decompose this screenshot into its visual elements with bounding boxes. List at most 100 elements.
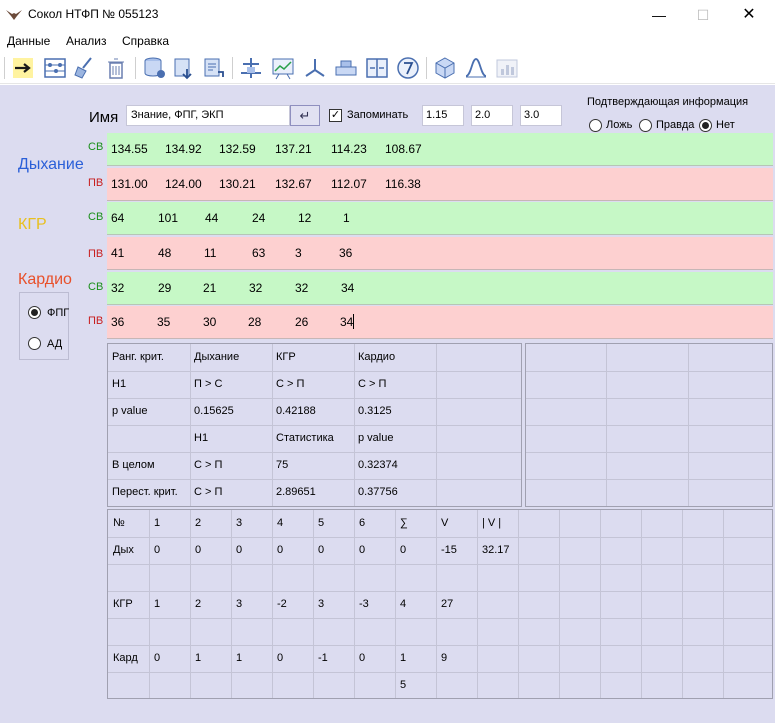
row-tag-pv: ПВ bbox=[88, 315, 104, 327]
data-cell: 134.92 bbox=[165, 142, 202, 156]
scores-cell: -2 bbox=[277, 598, 287, 610]
table-gridline bbox=[231, 510, 232, 698]
coef-input-2[interactable]: 2.0 bbox=[471, 105, 513, 126]
axes-icon[interactable] bbox=[302, 55, 328, 81]
menu-help[interactable]: Справка bbox=[122, 34, 169, 48]
scores-cell: 3 bbox=[318, 598, 325, 610]
table-gridline bbox=[108, 564, 772, 565]
data-cell: 3 bbox=[295, 246, 302, 260]
data-row-breathing-pv[interactable]: 131.00 124.00 130.21 132.67 112.07 116.3… bbox=[107, 168, 773, 201]
scores-cell: 32.17 bbox=[482, 544, 510, 556]
row-tag-pv: ПВ bbox=[88, 248, 104, 260]
criteria-cell: С > П bbox=[194, 486, 223, 498]
table-gridline bbox=[108, 479, 521, 480]
data-cell: 32 bbox=[295, 281, 309, 295]
data-cell: 124.00 bbox=[165, 177, 202, 191]
scores-cell: 27 bbox=[441, 598, 454, 610]
enter-button[interactable]: ↵ bbox=[290, 105, 320, 126]
number-7-icon[interactable] bbox=[395, 55, 421, 81]
criteria-cell: 75 bbox=[276, 459, 289, 471]
remember-checkbox[interactable]: ✓ bbox=[329, 109, 342, 122]
measure-icon[interactable] bbox=[238, 55, 264, 81]
scores-cell: | V | bbox=[482, 517, 502, 529]
criteria-cell: П > С bbox=[194, 378, 223, 390]
data-row-breathing-sv[interactable]: 134.55 134.92 132.59 137.21 114.23 108.6… bbox=[107, 133, 773, 166]
data-cell: 131.00 bbox=[111, 177, 148, 191]
bar-chart-icon[interactable] bbox=[494, 55, 520, 81]
coef-input-3[interactable]: 3.0 bbox=[520, 105, 562, 126]
data-cell: 44 bbox=[205, 211, 219, 225]
table-gridline bbox=[526, 371, 772, 372]
maximize-button[interactable]: ☐ bbox=[680, 0, 726, 30]
scores-cell: 0 bbox=[277, 544, 284, 556]
group-label-cardio: Кардио bbox=[18, 271, 72, 288]
data-cell: 21 bbox=[203, 281, 217, 295]
scores-cell: 0 bbox=[154, 544, 161, 556]
data-cell: 24 bbox=[252, 211, 266, 225]
coef-input-1[interactable]: 1.15 bbox=[422, 105, 464, 126]
mode-radio-ad[interactable] bbox=[28, 337, 41, 350]
abacus-icon[interactable] bbox=[42, 55, 68, 81]
data-row-kgr-pv[interactable]: 41 48 11 63 3 36 bbox=[107, 237, 773, 270]
database-icon[interactable] bbox=[141, 55, 167, 81]
table-gridline bbox=[108, 618, 772, 619]
menu-data[interactable]: Данные bbox=[7, 34, 50, 48]
criteria-cell: 0.42188 bbox=[276, 405, 316, 417]
table-gridline bbox=[108, 591, 772, 592]
confirm-radio-none[interactable] bbox=[699, 119, 712, 132]
cube-icon[interactable] bbox=[432, 55, 458, 81]
trash-icon[interactable] bbox=[103, 55, 129, 81]
data-cell: 63 bbox=[252, 246, 266, 260]
mode-label-ad: АД bbox=[47, 338, 63, 350]
falcon-logo-icon bbox=[6, 10, 22, 20]
data-row-cardio-sv[interactable]: 32 29 21 32 32 34 bbox=[107, 272, 773, 305]
chart-board-icon[interactable] bbox=[270, 55, 296, 81]
confirm-radio-true[interactable] bbox=[639, 119, 652, 132]
minimize-button[interactable]: — bbox=[636, 0, 682, 30]
table-gridline bbox=[526, 452, 772, 453]
scores-cell: -3 bbox=[359, 598, 369, 610]
scores-cell: 0 bbox=[318, 544, 325, 556]
name-input[interactable]: Знание, ФПГ, ЭКП bbox=[126, 105, 290, 126]
table-gridline bbox=[190, 510, 191, 698]
table-gridline bbox=[108, 537, 772, 538]
arrow-right-icon[interactable] bbox=[10, 55, 36, 81]
data-row-cardio-pv[interactable]: 36 35 30 28 26 34 bbox=[107, 306, 773, 339]
table-gridline bbox=[477, 510, 478, 698]
data-row-kgr-sv[interactable]: 64 101 44 24 12 1 bbox=[107, 202, 773, 235]
broom-icon[interactable] bbox=[72, 55, 98, 81]
menu-analysis[interactable]: Анализ bbox=[66, 34, 107, 48]
close-button[interactable]: ✕ bbox=[726, 0, 772, 30]
mode-radio-fpg[interactable] bbox=[28, 306, 41, 319]
levels-icon[interactable] bbox=[333, 55, 359, 81]
data-cell: 34 bbox=[340, 315, 354, 329]
criteria-cell: 0.3125 bbox=[358, 405, 392, 417]
data-cell: 29 bbox=[158, 281, 172, 295]
mode-label-fpg: ФПГ bbox=[47, 307, 70, 319]
remember-label: Запоминать bbox=[347, 109, 409, 121]
table-gridline bbox=[272, 510, 273, 698]
scores-cell: V bbox=[441, 517, 449, 529]
scores-cell: Дых bbox=[113, 544, 134, 556]
save-arrow-icon[interactable] bbox=[171, 55, 197, 81]
toolbar bbox=[0, 52, 775, 84]
data-cell: 130.21 bbox=[219, 177, 256, 191]
scores-cell: 1 bbox=[154, 517, 161, 529]
text-caret bbox=[353, 314, 354, 329]
confirm-label-true: Правда bbox=[656, 119, 695, 131]
scores-cell: 4 bbox=[400, 598, 407, 610]
criteria-cell: С > П bbox=[194, 459, 223, 471]
criteria-cell: Перест. крит. bbox=[112, 486, 178, 498]
criteria-cell: КГР bbox=[276, 351, 296, 363]
data-cell: 114.23 bbox=[331, 142, 367, 156]
split-icon[interactable] bbox=[364, 55, 390, 81]
table-gridline bbox=[354, 510, 355, 698]
confirm-radio-false[interactable] bbox=[589, 119, 602, 132]
export-icon[interactable] bbox=[201, 55, 227, 81]
table-gridline bbox=[313, 510, 314, 698]
table-gridline bbox=[723, 510, 724, 698]
bell-curve-icon[interactable] bbox=[463, 55, 489, 81]
scores-cell: 5 bbox=[400, 679, 407, 691]
criteria-cell: 2.89651 bbox=[276, 486, 316, 498]
data-cell: 28 bbox=[248, 315, 262, 329]
